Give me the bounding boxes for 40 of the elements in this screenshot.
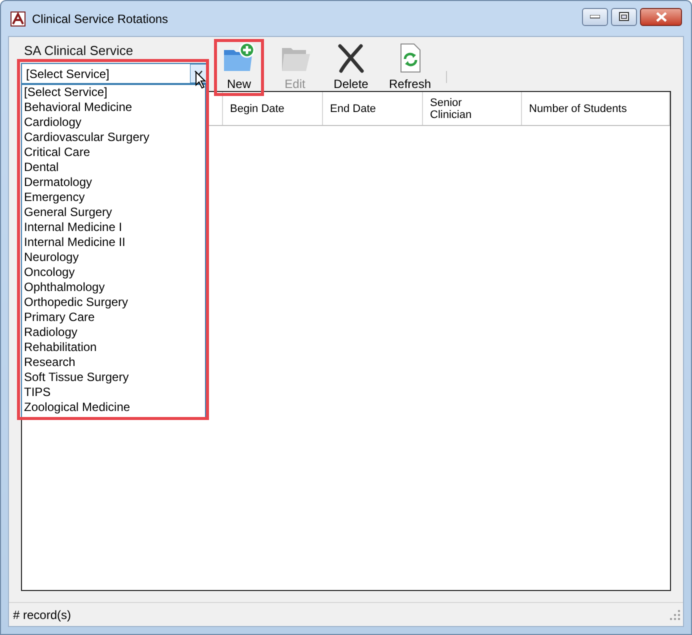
column-header[interactable]: End Date (323, 92, 423, 125)
column-header[interactable]: Senior Clinician (423, 92, 522, 125)
service-option[interactable]: Internal Medicine I (22, 220, 205, 235)
service-option[interactable]: Dermatology (22, 175, 205, 190)
maximize-button[interactable] (611, 8, 637, 26)
service-option[interactable]: Rehabilitation (22, 340, 205, 355)
service-option[interactable]: Zoological Medicine (22, 400, 205, 415)
service-option[interactable]: General Surgery (22, 205, 205, 220)
close-button[interactable] (640, 8, 682, 26)
app-logo-icon (10, 10, 26, 26)
delete-button[interactable]: Delete (329, 42, 373, 93)
minimize-icon (590, 14, 600, 18)
service-option[interactable]: Ophthalmology (22, 280, 205, 295)
close-icon (656, 12, 666, 22)
folder-plus-icon (222, 42, 256, 74)
column-header[interactable]: Begin Date (223, 92, 323, 125)
service-option[interactable]: Internal Medicine II (22, 235, 205, 250)
service-option[interactable]: Neurology (22, 250, 205, 265)
window-title: Clinical Service Rotations (32, 10, 168, 28)
service-option[interactable]: Oncology (22, 265, 205, 280)
service-option[interactable]: Research (22, 355, 205, 370)
service-option[interactable]: Behavioral Medicine (22, 100, 205, 115)
column-header[interactable]: Number of Students (522, 92, 670, 125)
service-label: SA Clinical Service (23, 42, 134, 60)
service-option[interactable]: Radiology (22, 325, 205, 340)
status-text: # record(s) (13, 606, 72, 624)
service-option[interactable]: [Select Service] (22, 85, 205, 100)
service-option[interactable]: Soft Tissue Surgery (22, 370, 205, 385)
maximize-icon (619, 12, 629, 21)
service-option[interactable]: Dental (22, 160, 205, 175)
minimize-button[interactable] (582, 8, 608, 26)
service-option[interactable]: Emergency (22, 190, 205, 205)
service-combo[interactable]: [Select Service] (21, 63, 208, 84)
resize-grip-icon (670, 610, 680, 620)
service-option[interactable]: Critical Care (22, 145, 205, 160)
service-option[interactable]: Cardiology (22, 115, 205, 130)
service-option[interactable]: Cardiovascular Surgery (22, 130, 205, 145)
service-option[interactable]: TIPS (22, 385, 205, 400)
service-option[interactable]: Orthopedic Surgery (22, 295, 205, 310)
service-option[interactable]: Primary Care (22, 310, 205, 325)
